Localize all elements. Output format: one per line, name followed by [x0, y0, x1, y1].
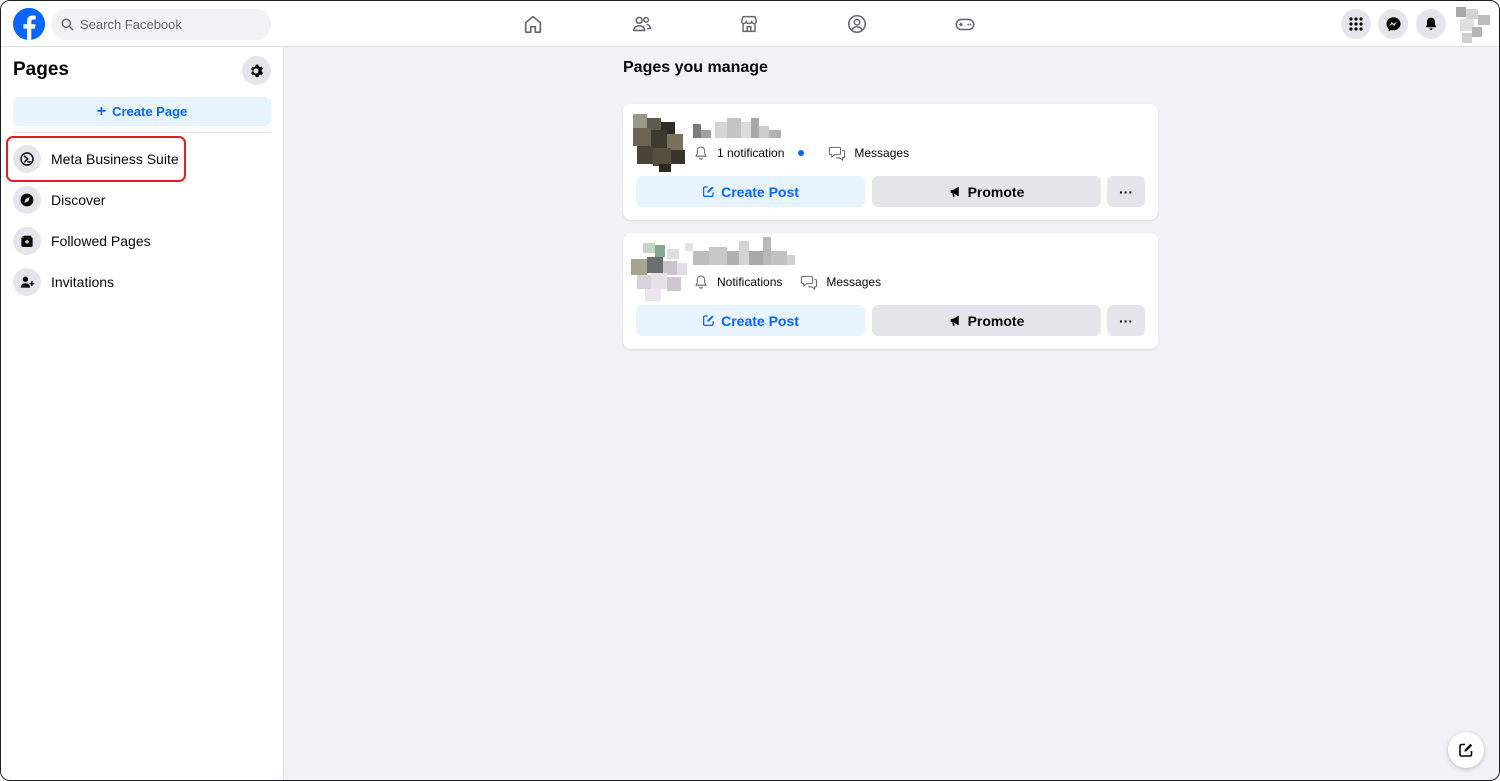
messages-link[interactable]: Messages [828, 145, 909, 161]
page-title: Pages you manage [623, 59, 768, 76]
messenger-icon[interactable] [1378, 9, 1408, 39]
sidebar-item-label: Meta Business Suite [51, 151, 179, 167]
sidebar-item-followed-pages[interactable]: Followed Pages [7, 221, 271, 261]
edit-icon [703, 315, 714, 327]
page-meta: 1 notification Messages [693, 145, 909, 161]
promote-label: Promote [967, 183, 1025, 200]
create-post-label: Create Post [721, 183, 799, 200]
top-bar [1, 1, 1499, 47]
search-input[interactable] [80, 17, 260, 32]
more-options-icon: ··· [1119, 312, 1133, 329]
sidebar-divider [13, 132, 271, 133]
home-icon[interactable] [521, 12, 545, 36]
menu-grid-icon[interactable] [1341, 9, 1371, 39]
messages-label: Messages [826, 275, 882, 289]
more-options-icon: ··· [1119, 183, 1133, 200]
sidebar-item-meta-business-suite[interactable]: Meta Business Suite [7, 139, 271, 179]
more-options-button[interactable]: ··· [1107, 176, 1145, 207]
managed-page-card: Notifications Messages Create Post Promo… [623, 233, 1158, 349]
new-message-button[interactable] [1448, 732, 1484, 768]
invitations-icon [13, 268, 41, 296]
plus-icon: + [96, 102, 107, 120]
megaphone-icon [950, 186, 959, 197]
account-avatar[interactable] [1456, 7, 1490, 45]
followed-pages-icon [13, 227, 41, 255]
facebook-logo-icon[interactable] [13, 8, 45, 40]
notification-count: 1 notification [717, 146, 785, 160]
more-options-button[interactable]: ··· [1107, 305, 1145, 336]
page-name-redacted[interactable] [685, 237, 797, 267]
promote-button[interactable]: Promote [872, 305, 1101, 336]
search-icon [61, 18, 74, 31]
gaming-icon[interactable] [953, 12, 977, 36]
sidebar-item-label: Discover [51, 192, 106, 208]
megaphone-icon [950, 315, 959, 326]
groups-icon[interactable] [845, 12, 869, 36]
bell-outline-icon [695, 146, 707, 160]
compose-icon [1459, 743, 1473, 757]
page-avatar[interactable] [631, 243, 689, 301]
messages-label: Messages [854, 146, 910, 160]
messages-link[interactable]: Messages [800, 274, 881, 290]
search-bar[interactable] [51, 9, 271, 40]
chat-bubbles-icon [829, 146, 846, 161]
promote-label: Promote [967, 312, 1025, 329]
notifications-link[interactable]: 1 notification [693, 145, 805, 161]
create-page-label: Create Page [112, 104, 188, 119]
managed-page-card: 1 notification Messages Create Post Prom… [623, 104, 1158, 220]
friends-icon[interactable] [630, 12, 654, 36]
create-page-button[interactable]: + Create Page [13, 97, 271, 126]
page-avatar[interactable] [633, 114, 689, 172]
meta-business-suite-icon [13, 145, 41, 173]
create-post-label: Create Post [721, 312, 799, 329]
edit-icon [703, 186, 714, 198]
unread-dot [798, 150, 805, 156]
page-name-redacted[interactable] [693, 116, 783, 142]
notifications-label: Notifications [717, 275, 783, 289]
discover-icon [13, 186, 41, 214]
create-post-button[interactable]: Create Post [636, 305, 865, 336]
promote-button[interactable]: Promote [872, 176, 1101, 207]
notifications-bell-icon[interactable] [1416, 9, 1446, 39]
marketplace-icon[interactable] [737, 12, 761, 36]
sidebar-title: Pages [13, 59, 69, 80]
settings-gear-icon[interactable] [242, 56, 271, 85]
pages-sidebar: Pages + Create Page Meta Business Suite … [1, 47, 284, 780]
notifications-link[interactable]: Notifications [693, 274, 782, 290]
create-post-button[interactable]: Create Post [636, 176, 865, 207]
page-meta: Notifications Messages [693, 274, 881, 290]
sidebar-item-label: Followed Pages [51, 233, 151, 249]
bell-outline-icon [695, 275, 707, 289]
sidebar-item-invitations[interactable]: Invitations [7, 262, 271, 302]
sidebar-item-discover[interactable]: Discover [7, 180, 271, 220]
app-window: Pages + Create Page Meta Business Suite … [0, 0, 1500, 781]
sidebar-item-label: Invitations [51, 274, 115, 290]
chat-bubbles-icon [801, 275, 818, 290]
